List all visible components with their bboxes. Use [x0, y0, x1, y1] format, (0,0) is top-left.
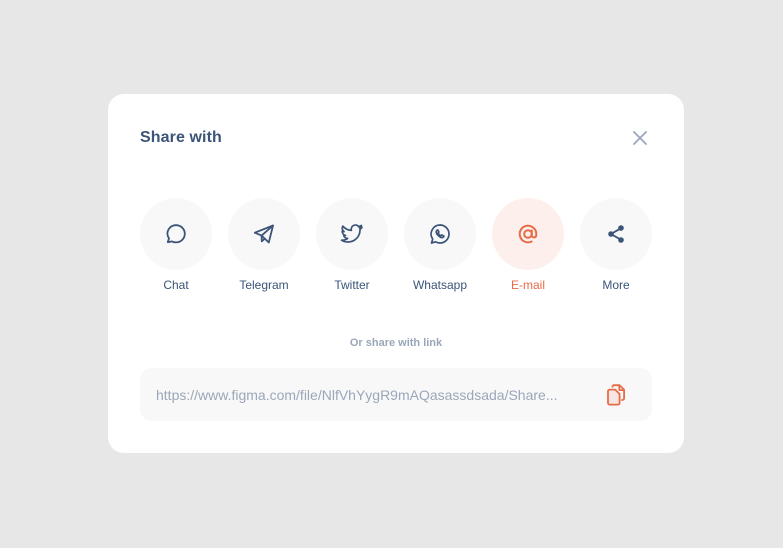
whatsapp-icon — [430, 224, 450, 244]
share-telegram-label: Telegram — [239, 278, 289, 292]
copy-icon — [607, 384, 625, 406]
share-dialog: Share with Chat Telegram Twitter Whatsap… — [108, 94, 684, 453]
share-chat-label: Chat — [163, 278, 189, 292]
share-email-circle — [492, 198, 564, 270]
share-twitter-circle — [316, 198, 388, 270]
share-email-label: E-mail — [510, 278, 545, 292]
share-whatsapp-label: Whatsapp — [412, 278, 468, 292]
twitter-icon — [340, 224, 363, 243]
share-whatsapp-circle — [404, 198, 476, 270]
share-telegram-circle — [228, 198, 300, 270]
share-telegram-button[interactable]: Telegram — [228, 198, 300, 292]
share-whatsapp-button[interactable]: Whatsapp — [404, 198, 476, 292]
share-link-box — [140, 368, 652, 421]
close-button[interactable] — [626, 124, 654, 152]
share-options: Chat Telegram Twitter Whatsapp E-mail Mo… — [140, 198, 652, 292]
chat-bubble-icon — [166, 224, 186, 244]
telegram-icon — [253, 224, 274, 244]
share-link-field[interactable] — [156, 368, 592, 421]
link-caption: Or share with link — [349, 337, 443, 349]
share-more-button[interactable]: More — [580, 198, 652, 292]
close-icon — [633, 131, 647, 145]
share-chat-button[interactable]: Chat — [140, 198, 212, 292]
at-sign-icon — [518, 224, 538, 244]
share-twitter-button[interactable]: Twitter — [316, 198, 388, 292]
share-email-button[interactable]: E-mail — [492, 198, 564, 292]
share-more-circle — [580, 198, 652, 270]
share-icon — [608, 225, 624, 243]
share-more-label: More — [602, 278, 630, 292]
share-chat-circle — [140, 198, 212, 270]
share-twitter-label: Twitter — [334, 278, 370, 292]
copy-link-button[interactable] — [603, 382, 629, 408]
dialog-title: Share with — [140, 129, 222, 146]
